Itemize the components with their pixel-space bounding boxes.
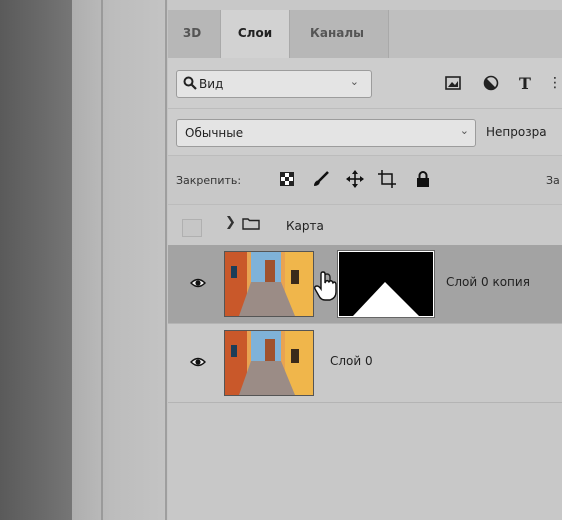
lock-all-icon[interactable] <box>414 170 432 188</box>
lock-label: Закрепить: <box>176 174 242 187</box>
panel-gutter <box>72 0 168 520</box>
layers-panel: 3D Слои Каналы Вид ⌄ T ⋮ Обычные ⌄ Непро… <box>168 0 562 520</box>
type-filter-icon[interactable]: T <box>516 74 534 93</box>
visibility-toggle[interactable] <box>182 219 202 237</box>
fill-label: За <box>546 174 560 187</box>
row-divider <box>168 402 562 403</box>
blend-row: Обычные ⌄ Непрозра <box>168 108 562 155</box>
left-sidebar-strip <box>0 0 75 520</box>
lock-row: Закрепить: За <box>168 155 562 204</box>
lock-artboard-icon[interactable] <box>378 170 396 188</box>
image-filter-icon[interactable] <box>444 74 462 92</box>
tab-3d[interactable]: 3D <box>168 10 216 58</box>
adjustment-filter-icon[interactable] <box>482 74 500 92</box>
blend-mode-select[interactable]: Обычные ⌄ <box>176 119 476 147</box>
panel-tabs: 3D Слои Каналы <box>168 10 562 59</box>
tabs-empty-area <box>388 10 562 58</box>
layer-name[interactable]: Слой 0 <box>330 354 373 368</box>
tab-layers[interactable]: Слои <box>220 10 290 58</box>
layer-row[interactable]: Слой 0 <box>168 324 562 402</box>
lock-position-icon[interactable] <box>346 170 364 188</box>
chevron-right-icon[interactable]: ❯ <box>225 215 236 230</box>
filter-row: Вид ⌄ T ⋮ <box>168 58 562 108</box>
layer-group-row[interactable]: ❯ Карта <box>168 204 562 245</box>
chevron-down-icon: ⌄ <box>349 75 359 88</box>
layer-thumbnail[interactable] <box>224 330 314 396</box>
chevron-down-icon: ⌄ <box>459 124 469 137</box>
hand-pointer-icon <box>314 271 337 301</box>
folder-icon <box>242 218 260 230</box>
layers-empty-area <box>168 404 562 520</box>
layer-group-name: Карта <box>286 219 324 233</box>
filter-kind-select[interactable]: Вид ⌄ <box>176 70 372 98</box>
more-filter-icon[interactable]: ⋮ <box>546 74 562 92</box>
search-icon <box>183 76 197 90</box>
lock-paint-icon[interactable] <box>312 170 330 188</box>
layer-mask-thumbnail[interactable] <box>337 250 435 318</box>
blend-mode-label: Обычные <box>185 126 244 140</box>
tab-channels[interactable]: Каналы <box>288 10 386 58</box>
lock-transparent-icon[interactable] <box>278 170 296 188</box>
gutter-divider <box>101 0 103 520</box>
layer-name[interactable]: Слой 0 копия <box>446 275 530 289</box>
eye-icon[interactable] <box>190 356 206 368</box>
layer-thumbnail[interactable] <box>224 251 314 317</box>
opacity-label: Непрозра <box>486 125 547 139</box>
eye-icon[interactable] <box>190 277 206 289</box>
layer-row-selected[interactable]: Слой 0 копия <box>168 245 562 323</box>
filter-kind-label: Вид <box>199 77 224 91</box>
gutter-divider-right <box>165 0 167 520</box>
